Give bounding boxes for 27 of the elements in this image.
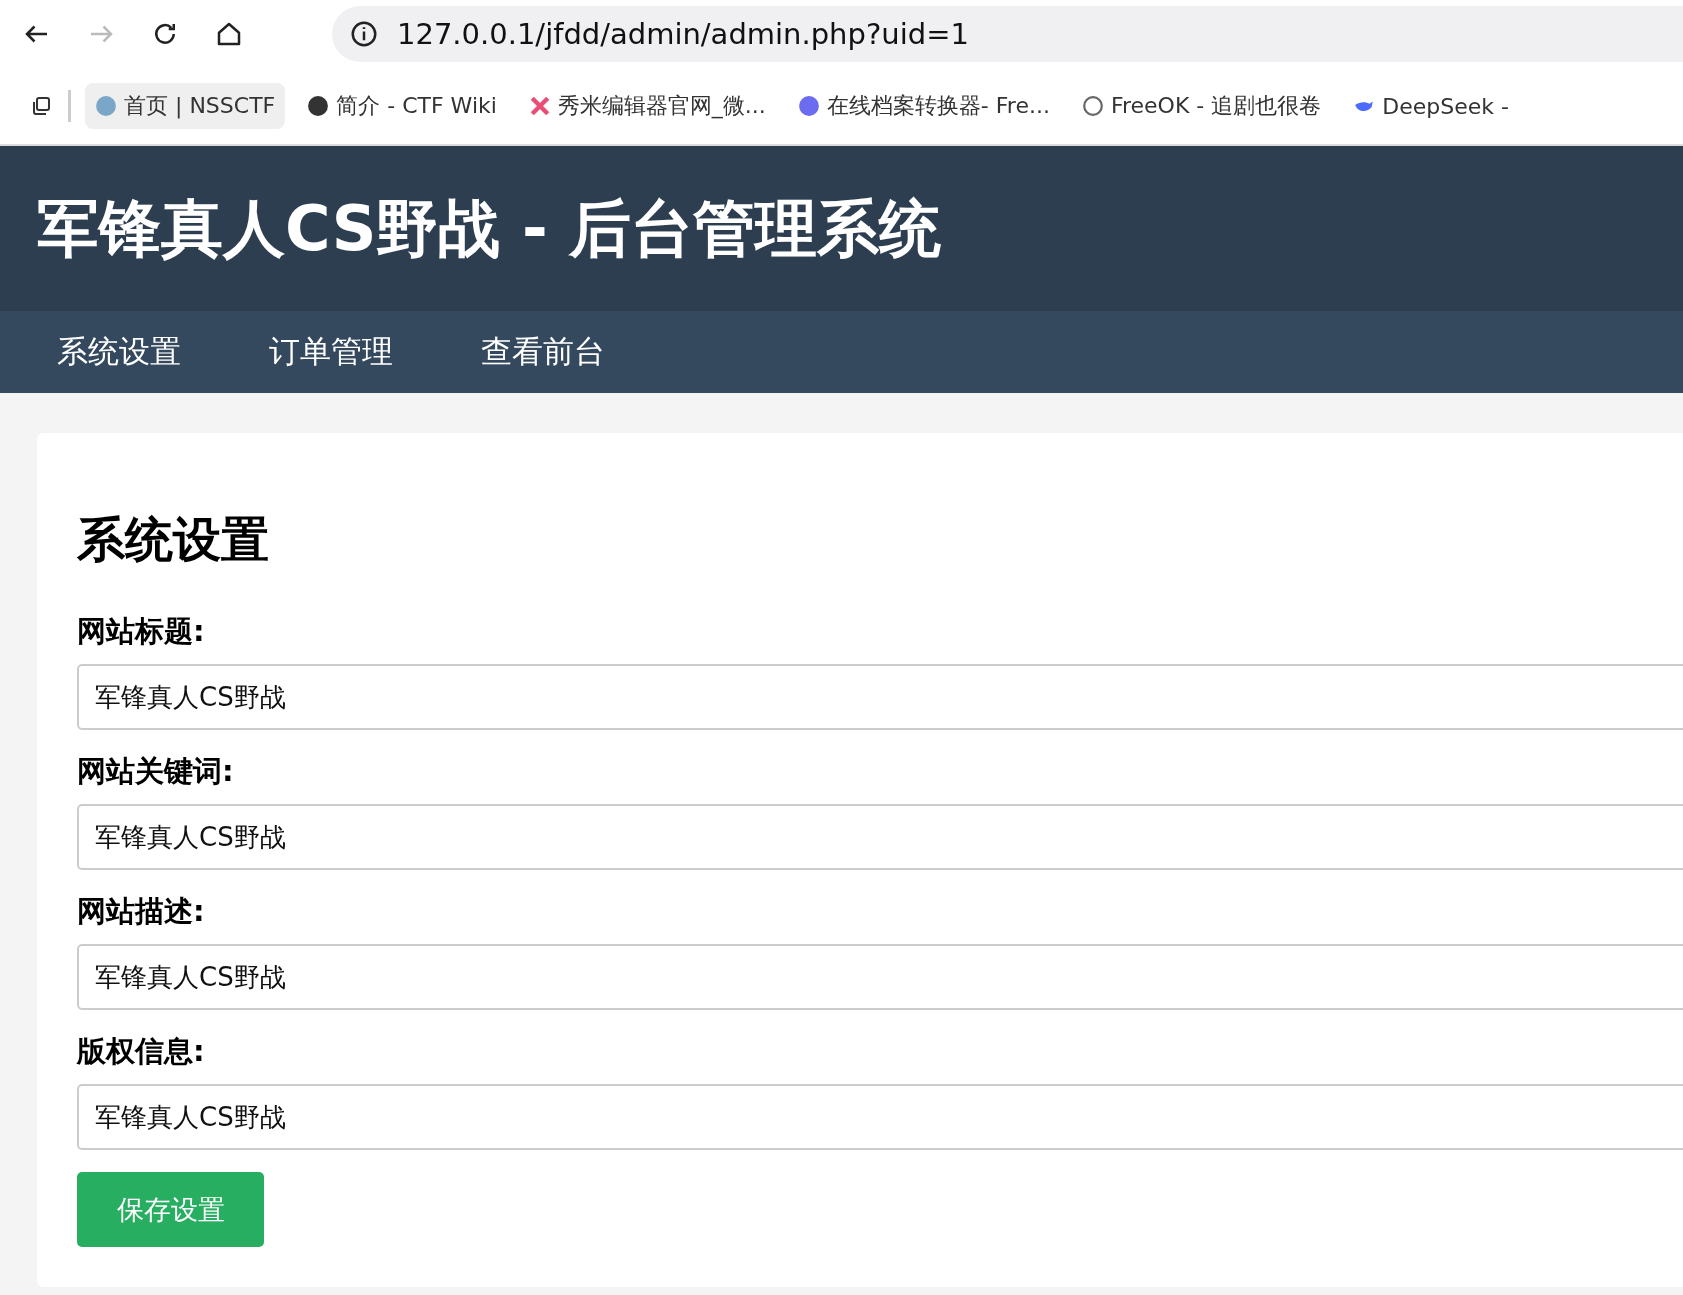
field-label: 网站标题: bbox=[77, 613, 206, 650]
page-title: 军锋真人CS野战 - 后台管理系统 bbox=[37, 190, 942, 267]
site-icon bbox=[797, 95, 820, 117]
bookmark[interactable]: 秀米编辑器官网_微... bbox=[518, 83, 776, 129]
input-field[interactable]: 军锋真人CS野战 bbox=[77, 1084, 1683, 1150]
bookmark[interactable]: 简介 - CTF Wiki bbox=[297, 83, 507, 129]
field-label: 网站关键词: bbox=[77, 753, 235, 790]
site-icon bbox=[528, 95, 551, 117]
input-field[interactable]: 军锋真人CS野战 bbox=[77, 944, 1683, 1010]
input-field[interactable]: 军锋真人CS野战 bbox=[77, 804, 1683, 870]
site-icon bbox=[1081, 95, 1104, 117]
nav-link[interactable]: 查看前台 bbox=[481, 331, 605, 373]
field-label: 网站描述: bbox=[77, 893, 206, 930]
bookmark[interactable]: DeepSeek - bbox=[1343, 85, 1519, 127]
url-text: 127.0.0.1/jfdd/admin/admin.php?uid=1 bbox=[397, 17, 969, 51]
address-bar[interactable]: 127.0.0.1/jfdd/admin/admin.php?uid=1 bbox=[332, 6, 1683, 62]
site-icon bbox=[95, 95, 117, 117]
bookmark[interactable]: 在线档案转换器- Fre... bbox=[787, 83, 1060, 129]
bookmark[interactable]: FreeOK - 追剧也很卷 bbox=[1071, 83, 1332, 129]
site-icon bbox=[307, 95, 330, 117]
input-field[interactable]: 军锋真人CS野战 bbox=[77, 664, 1683, 730]
nav-link[interactable]: 订单管理 bbox=[269, 331, 393, 373]
info-icon[interactable] bbox=[349, 19, 379, 49]
field-label: 版权信息: bbox=[77, 1033, 206, 1070]
nav-link[interactable]: 系统设置 bbox=[57, 331, 181, 373]
section-heading: 系统设置 bbox=[77, 510, 270, 569]
bookmark[interactable]: 首页 | NSSCTF bbox=[85, 83, 286, 129]
